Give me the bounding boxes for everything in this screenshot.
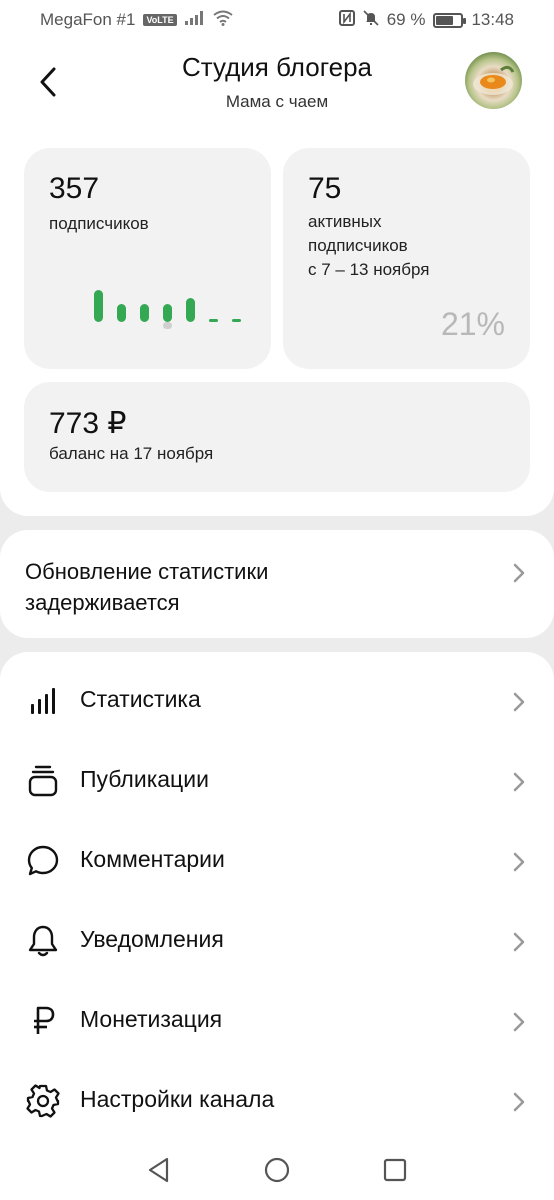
- nfc-icon: [338, 9, 355, 31]
- balance-amount: 773 ₽: [49, 407, 127, 440]
- mini-chart-bar: [94, 290, 103, 322]
- mini-chart-bar-shadow: [163, 322, 172, 329]
- mini-chart-bar: [140, 304, 149, 322]
- menu-label-statistics: Статистика: [80, 686, 201, 712]
- notice-line-1: Обновление статистики: [25, 559, 269, 584]
- ruble-icon: [24, 1002, 62, 1040]
- gear-icon: [24, 1082, 62, 1120]
- balance-label: баланс на 17 ноября: [49, 444, 214, 463]
- carrier-name: MegaFon #1: [40, 10, 136, 29]
- mini-chart-bar: [163, 304, 172, 322]
- avatar[interactable]: [465, 52, 522, 109]
- chevron-right-icon: [513, 692, 525, 712]
- nav-recents-icon[interactable]: [381, 1156, 409, 1184]
- stack-icon: [24, 762, 62, 800]
- menu-label-monetization: Монетизация: [80, 1006, 223, 1032]
- mini-chart-bar: [209, 319, 218, 322]
- chevron-right-icon: [513, 852, 525, 872]
- active-subscribers-count: 75: [308, 172, 342, 205]
- bar-chart-icon: [24, 682, 62, 720]
- balance-card[interactable]: 773 ₽ баланс на 17 ноября: [24, 382, 530, 492]
- active-subscribers-card[interactable]: 75 активных подписчиков с 7 – 13 ноября …: [283, 148, 530, 369]
- chevron-right-icon: [513, 932, 525, 952]
- status-left: MegaFon #1 VoLTE: [40, 10, 233, 31]
- active-label-line-3: с 7 – 13 ноября: [308, 260, 430, 279]
- menu-item-statistics[interactable]: Статистика: [0, 662, 554, 742]
- active-percent: 21%: [440, 306, 505, 342]
- subscribers-label: подписчиков: [49, 214, 149, 233]
- system-nav-bar: [0, 1140, 554, 1200]
- comment-icon: [24, 842, 62, 880]
- mini-chart-bar: [186, 298, 195, 322]
- status-bar: MegaFon #1 VoLTE 69 % 13:48: [0, 0, 554, 40]
- bell-icon: [24, 922, 62, 960]
- nav-home-icon[interactable]: [263, 1156, 291, 1184]
- notice-line-2: задерживается: [25, 590, 180, 615]
- chevron-right-icon: [513, 1092, 525, 1112]
- subscribers-card[interactable]: 357 подписчиков: [24, 148, 271, 369]
- subscribers-count: 357: [49, 172, 100, 205]
- menu-label-publications: Публикации: [80, 766, 209, 792]
- menu-label-notifications: Уведомления: [80, 926, 224, 952]
- studio-menu: Статистика Публикации Комментарии Уведом…: [0, 652, 554, 1140]
- header-panel: Студия блогера Мама с чаем 357 подписчик…: [0, 40, 554, 516]
- signal-icon: [184, 10, 205, 30]
- menu-label-comments: Комментарии: [80, 846, 225, 872]
- subscribers-mini-chart: [94, 288, 254, 332]
- menu-item-monetization[interactable]: Монетизация: [0, 982, 554, 1062]
- mute-icon: [363, 9, 379, 31]
- screen: MegaFon #1 VoLTE 69 % 13:48 Студия блоге…: [0, 0, 554, 1200]
- clock: 13:48: [471, 10, 514, 29]
- battery-percent: 69 %: [386, 10, 426, 29]
- wifi-icon: [213, 10, 233, 31]
- active-label-line-1: активных: [308, 212, 382, 231]
- tea-cup-image: [473, 65, 515, 95]
- mini-chart-bar: [117, 304, 126, 322]
- chevron-right-icon: [513, 563, 525, 583]
- active-label-line-2: подписчиков: [308, 236, 408, 255]
- menu-item-comments[interactable]: Комментарии: [0, 822, 554, 902]
- nav-back-icon[interactable]: [145, 1156, 173, 1184]
- menu-item-channel-settings[interactable]: Настройки канала: [0, 1062, 554, 1142]
- stats-delay-notice[interactable]: Обновление статистики задерживается: [0, 530, 554, 638]
- menu-item-publications[interactable]: Публикации: [0, 742, 554, 822]
- menu-item-notifications[interactable]: Уведомления: [0, 902, 554, 982]
- chevron-right-icon: [513, 1012, 525, 1032]
- volte-badge: VoLTE: [143, 14, 177, 26]
- battery-icon: [433, 12, 467, 28]
- menu-label-channel-settings: Настройки канала: [80, 1086, 275, 1112]
- active-subscribers-label: активных подписчиков с 7 – 13 ноября: [308, 210, 429, 282]
- status-right: 69 % 13:48: [338, 9, 514, 31]
- chevron-right-icon: [513, 772, 525, 792]
- mini-chart-bar: [232, 319, 241, 322]
- notice-text: Обновление статистики задерживается: [25, 556, 268, 618]
